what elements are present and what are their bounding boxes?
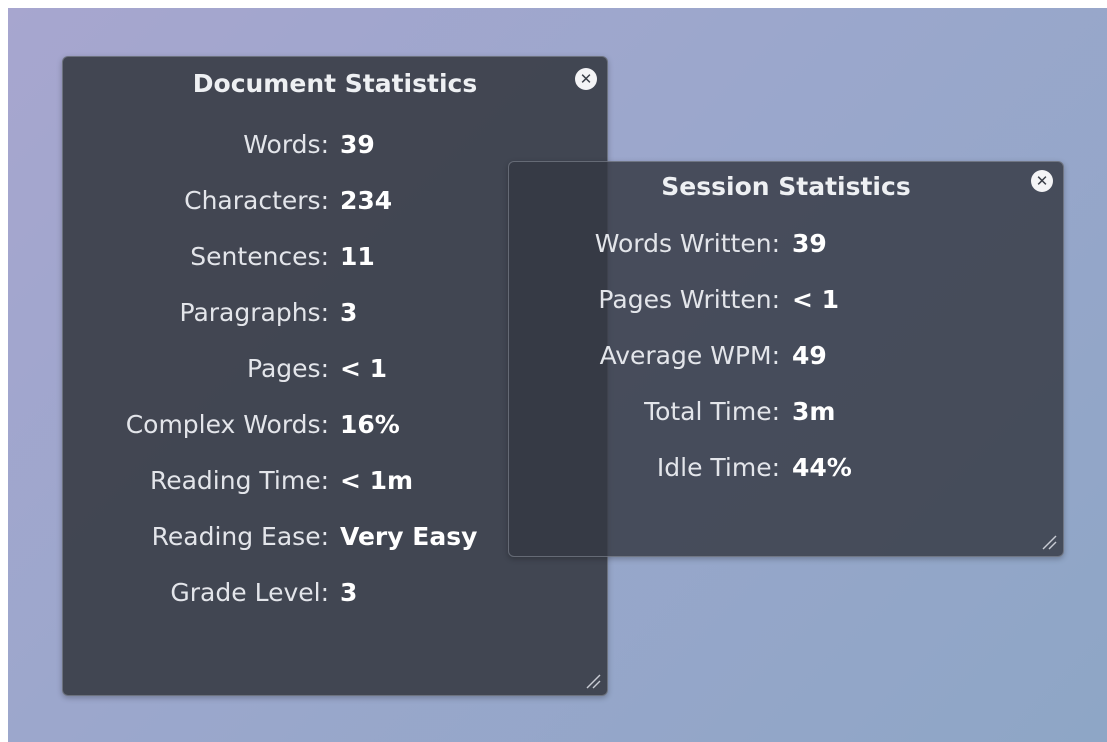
close-icon[interactable]: ✕	[575, 68, 597, 90]
resize-grip-icon[interactable]	[1039, 532, 1057, 550]
stat-value: 16%	[340, 410, 400, 439]
session-stats-list: Words Written: 39 Pages Written: < 1 Ave…	[509, 229, 1063, 509]
stat-row-total-time: Total Time: 3m	[509, 397, 1063, 453]
stat-row-average-wpm: Average WPM: 49	[509, 341, 1063, 397]
stat-value: 39	[792, 229, 827, 258]
close-icon[interactable]: ✕	[1031, 170, 1053, 192]
stat-label: Total Time:	[644, 397, 780, 426]
stat-value: 3	[340, 578, 358, 607]
stat-value: < 1	[792, 285, 840, 314]
stat-value: 3	[340, 298, 358, 327]
stat-label: Reading Time:	[149, 466, 329, 495]
stat-row-grade-level: Grade Level: 3	[63, 578, 607, 634]
stat-label: Words:	[243, 130, 329, 159]
stat-label: Reading Ease:	[151, 522, 329, 551]
stat-value: 11	[340, 242, 375, 271]
stat-row-words-written: Words Written: 39	[509, 229, 1063, 285]
stat-value: 234	[340, 186, 393, 215]
session-statistics-title: Session Statistics	[661, 172, 911, 201]
stat-value: 3m	[792, 397, 836, 426]
stat-value: 39	[340, 130, 375, 159]
stat-label: Paragraphs:	[179, 298, 330, 327]
desktop-background: Document Statistics ✕ Words: 39 Characte…	[8, 8, 1107, 742]
stat-row-pages-written: Pages Written: < 1	[509, 285, 1063, 341]
resize-grip-icon[interactable]	[583, 671, 601, 689]
stat-value: 49	[792, 341, 827, 370]
stat-value: Very Easy	[340, 522, 478, 551]
stat-value: 44%	[792, 453, 852, 482]
document-statistics-title: Document Statistics	[192, 69, 478, 98]
stat-label: Grade Level:	[170, 578, 329, 607]
stat-label: Words Written:	[594, 229, 780, 258]
stat-label: Pages:	[247, 354, 329, 383]
stat-label: Average WPM:	[599, 341, 780, 370]
stat-label: Characters:	[184, 186, 329, 215]
stat-label: Idle Time:	[656, 453, 780, 482]
stat-value: < 1	[340, 354, 388, 383]
session-statistics-panel: Session Statistics ✕ Words Written: 39 P…	[508, 161, 1064, 557]
stat-label: Sentences:	[190, 242, 329, 271]
stat-value: < 1m	[340, 466, 414, 495]
stat-row-idle-time: Idle Time: 44%	[509, 453, 1063, 509]
stat-label: Pages Written:	[598, 285, 780, 314]
stat-label: Complex Words:	[125, 410, 329, 439]
